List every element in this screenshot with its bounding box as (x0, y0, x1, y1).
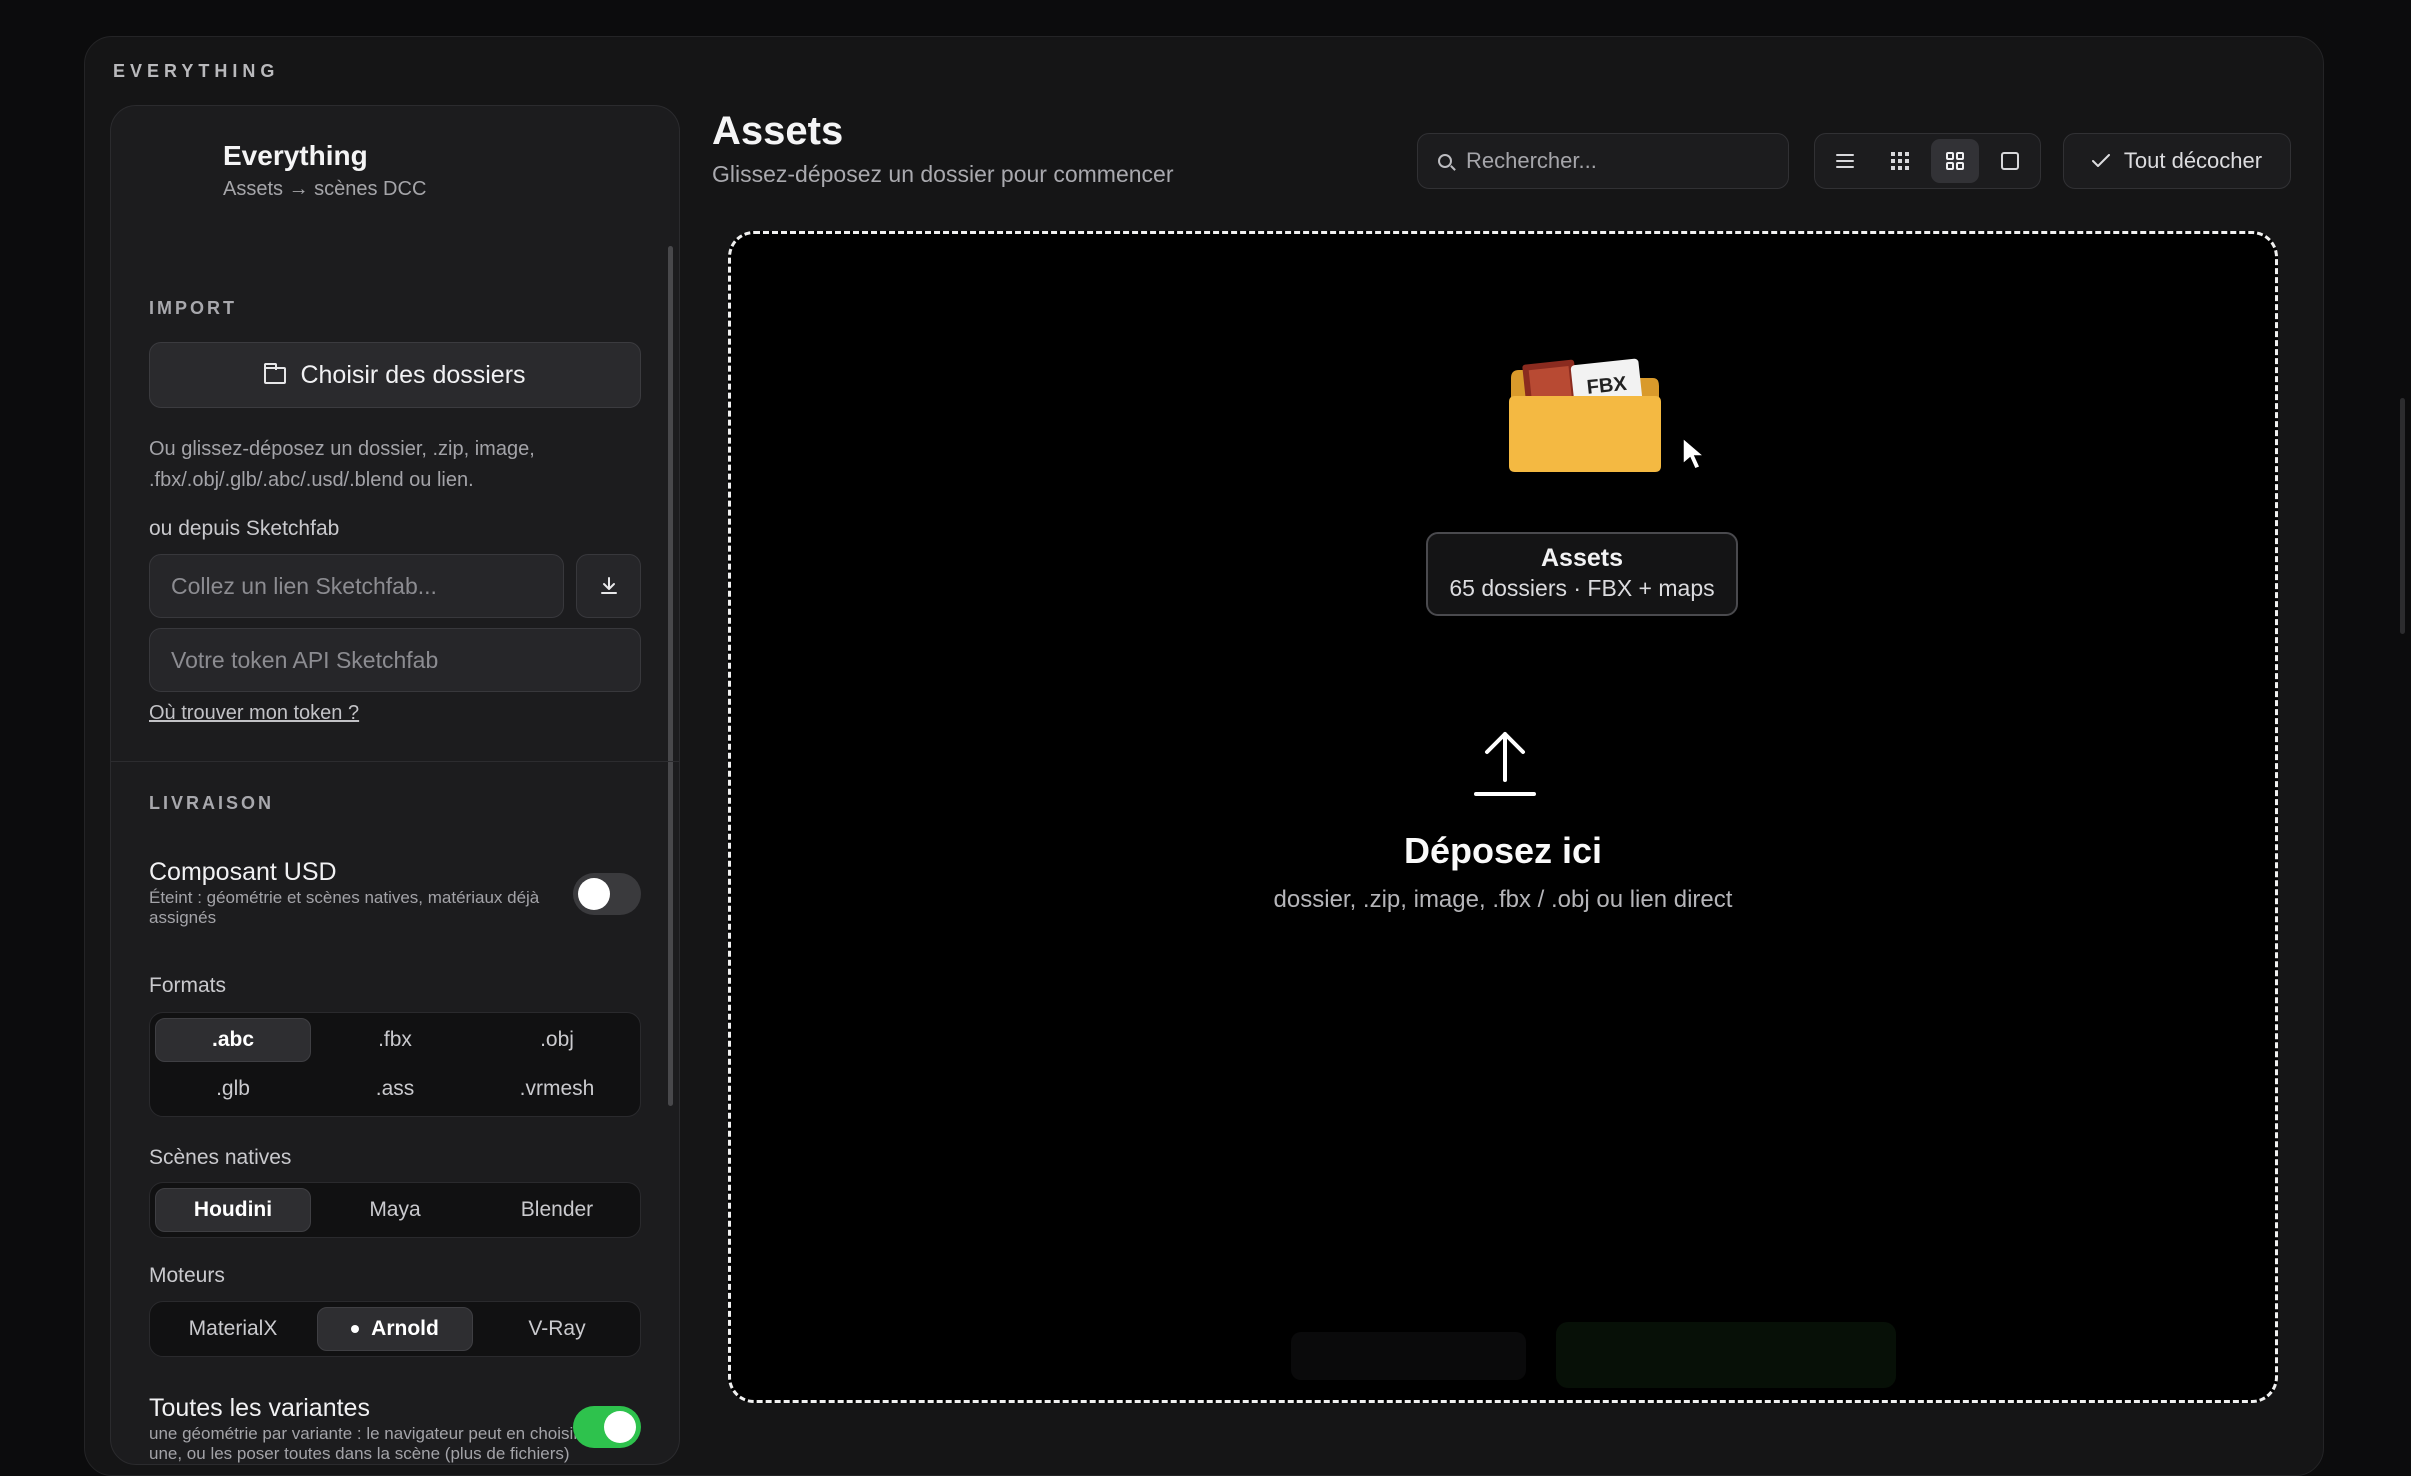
sketchfab-label: ou depuis Sketchfab (149, 517, 340, 540)
fbx-badge-label: FBX (1586, 373, 1629, 399)
sketchfab-link-input[interactable]: Collez un lien Sketchfab... (149, 554, 564, 618)
grid-large-icon (1945, 152, 1964, 170)
toggle-knob (578, 878, 610, 910)
search-input[interactable]: Rechercher... (1417, 133, 1789, 189)
dragged-item-sub: 65 dossiers · FBX + maps (1449, 575, 1715, 601)
view-grid-small-button[interactable] (1876, 139, 1925, 183)
dragged-folder-icon: FBX (1509, 358, 1661, 472)
brand-name: Everything (223, 140, 368, 171)
format-option[interactable]: .vrmesh (479, 1067, 635, 1111)
native-scenes-selector: Houdini Maya Blender (149, 1182, 641, 1238)
choose-folders-button[interactable]: Choisir des dossiers (149, 342, 641, 408)
page-scrollbar[interactable] (2400, 398, 2405, 634)
search-placeholder: Rechercher... (1466, 148, 1597, 173)
check-icon (2091, 154, 2110, 167)
selected-dot-icon (351, 1325, 360, 1333)
download-icon (600, 577, 617, 594)
toggle-knob (604, 1411, 636, 1443)
import-hint: Ou glissez-déposez un dossier, .zip, ima… (149, 438, 535, 491)
list-icon (1836, 154, 1855, 168)
all-variants-toggle[interactable] (573, 1406, 641, 1448)
view-list-button[interactable] (1821, 139, 1870, 183)
delivery-section-label: LIVRAISON (149, 793, 275, 813)
search-icon (1438, 154, 1452, 168)
engine-option-vray[interactable]: V-Ray (479, 1307, 635, 1351)
engine-label: V-Ray (528, 1317, 586, 1340)
view-grid-large-button[interactable] (1930, 139, 1980, 183)
native-scenes-label: Scènes natives (149, 1146, 292, 1169)
drop-title: Déposez ici (1403, 830, 1603, 871)
page-title: Assets (712, 109, 844, 153)
view-mode-switcher (1814, 133, 2041, 189)
usd-component-title: Composant USD (149, 858, 337, 886)
sketchfab-token-input[interactable]: Votre token API Sketchfab (149, 628, 641, 692)
drop-zone[interactable]: FBX Assets 65 dossiers · FBX + maps Dépo… (728, 231, 2278, 1403)
drop-subtitle: dossier, .zip, image, .fbx / .obj ou lie… (1273, 886, 1733, 913)
single-icon (2000, 152, 2019, 170)
scene-option-blender[interactable]: Blender (479, 1188, 635, 1232)
engines-label: Moteurs (149, 1264, 225, 1287)
format-option[interactable]: .abc (155, 1018, 311, 1062)
engine-option-arnold[interactable]: Arnold (317, 1307, 473, 1351)
scene-option-houdini[interactable]: Houdini (155, 1188, 311, 1232)
page-subtitle: Glissez-déposez un dossier pour commence… (712, 161, 1174, 187)
usd-component-desc: Éteint : géométrie et scènes natives, ma… (149, 888, 540, 927)
upload-icon (1474, 732, 1536, 796)
all-variants-title: Toutes les variantes (149, 1394, 370, 1422)
faded-button-ghost (1291, 1332, 1526, 1380)
choose-folders-label: Choisir des dossiers (300, 360, 526, 389)
brand-subtitle: Assets → scènes DCC (223, 178, 427, 200)
engine-label: Arnold (371, 1317, 439, 1340)
engines-selector: MaterialX Arnold V-Ray (149, 1301, 641, 1357)
formats-label: Formats (149, 974, 227, 997)
uncheck-all-button[interactable]: Tout décocher (2063, 133, 2291, 189)
app-title: EVERYTHING (113, 61, 280, 81)
uncheck-all-label: Tout décocher (2123, 148, 2263, 173)
sidebar-divider (111, 761, 679, 762)
sketchfab-download-button[interactable] (576, 554, 641, 618)
format-option[interactable]: .obj (479, 1018, 635, 1062)
formats-selector: .abc .fbx .obj .glb .ass .vrmesh (149, 1012, 641, 1117)
all-variants-desc: une géométrie par variante : le navigate… (149, 1424, 579, 1463)
engine-label: MaterialX (188, 1317, 278, 1340)
faded-button-ghost (1556, 1322, 1896, 1388)
token-help-link[interactable]: Où trouver mon token ? (149, 702, 359, 725)
cursor-icon (1682, 436, 1707, 470)
format-option[interactable]: .ass (317, 1067, 473, 1111)
import-section-label: IMPORT (149, 298, 237, 318)
engine-option-materialx[interactable]: MaterialX (155, 1307, 311, 1351)
usd-component-toggle[interactable] (573, 873, 641, 915)
app-window: EVERYTHING Everything Assets → scènes DC… (84, 36, 2324, 1476)
format-option[interactable]: .fbx (317, 1018, 473, 1062)
dragged-item-chip: Assets 65 dossiers · FBX + maps (1426, 532, 1738, 616)
folder-icon (264, 362, 287, 384)
dragged-item-title: Assets (1541, 544, 1623, 572)
sidebar-scrollbar[interactable] (668, 246, 673, 1106)
grid-small-icon (1891, 152, 1910, 170)
scene-option-maya[interactable]: Maya (317, 1188, 473, 1232)
sidebar: Everything Assets → scènes DCC IMPORT Ch… (110, 105, 680, 1465)
view-single-button[interactable] (1985, 139, 2034, 183)
format-option[interactable]: .glb (155, 1067, 311, 1111)
